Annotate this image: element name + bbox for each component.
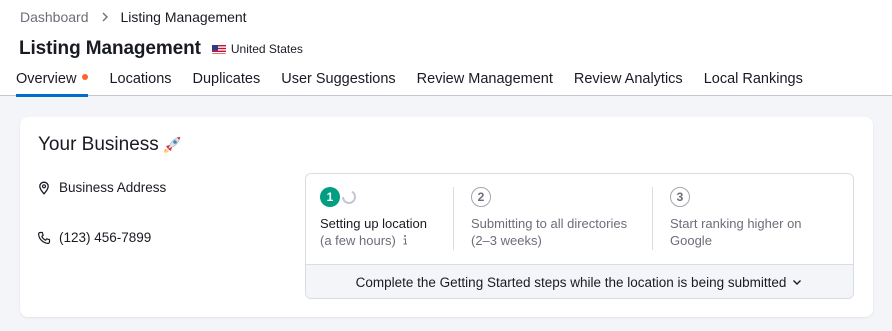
tab-label: User Suggestions bbox=[281, 71, 396, 87]
card-title-text: Your Business bbox=[38, 134, 159, 155]
step-subtitle: Google bbox=[670, 233, 712, 248]
step-ranking: 3 Start ranking higher on Google bbox=[652, 187, 853, 250]
tab-review-analytics[interactable]: Review Analytics bbox=[574, 71, 683, 96]
country-name: United States bbox=[230, 42, 303, 56]
step-title: Setting up location bbox=[320, 216, 427, 231]
business-card: Your Business Business Address (123) 456… bbox=[20, 117, 873, 317]
step-title: Submitting to all directories bbox=[471, 216, 628, 231]
tab-local-rankings[interactable]: Local Rankings bbox=[704, 71, 803, 96]
chevron-right-icon bbox=[102, 12, 108, 22]
tab-review-management[interactable]: Review Management bbox=[417, 71, 553, 96]
phone-icon bbox=[37, 231, 51, 244]
getting-started-steps: 1 Setting up location (a few hours) 2 Su… bbox=[305, 173, 854, 299]
tab-label: Locations bbox=[109, 71, 172, 87]
loading-spinner-icon bbox=[342, 190, 357, 204]
step-number-badge: 1 bbox=[320, 187, 340, 207]
tab-label: Overview bbox=[16, 71, 77, 87]
breadcrumb-current: Listing Management bbox=[120, 9, 247, 25]
rocket-icon bbox=[163, 136, 181, 154]
notification-dot bbox=[82, 74, 89, 80]
business-address: Business Address bbox=[59, 180, 167, 195]
title-row: Listing Management United States bbox=[19, 38, 303, 60]
page-title: Listing Management bbox=[19, 38, 201, 59]
step-label: Submitting to all directories (2–3 weeks… bbox=[471, 215, 627, 249]
us-flag-icon bbox=[211, 44, 226, 54]
tab-locations[interactable]: Locations bbox=[109, 71, 171, 96]
tab-duplicates[interactable]: Duplicates bbox=[193, 71, 261, 96]
info-icon[interactable] bbox=[400, 234, 410, 246]
location-pin-icon bbox=[39, 181, 49, 195]
chevron-down-icon bbox=[793, 280, 802, 285]
step-title: Start ranking higher on bbox=[670, 216, 802, 231]
step-number-badge: 2 bbox=[471, 187, 491, 207]
step-setting-up: 1 Setting up location (a few hours) bbox=[306, 174, 453, 264]
tab-label: Review Management bbox=[416, 71, 553, 87]
tab-label: Duplicates bbox=[192, 71, 261, 87]
step-subtitle: (2–3 weeks) bbox=[471, 233, 542, 248]
tab-user-suggestions[interactable]: User Suggestions bbox=[281, 71, 395, 96]
getting-started-toggle[interactable]: Complete the Getting Started steps while… bbox=[306, 264, 853, 298]
tab-overview[interactable]: Overview bbox=[16, 71, 89, 97]
business-phone: (123) 456-7899 bbox=[59, 230, 152, 245]
step-label: Start ranking higher on Google bbox=[670, 215, 802, 249]
tab-label: Local Rankings bbox=[703, 71, 803, 87]
step-submitting: 2 Submitting to all directories (2–3 wee… bbox=[453, 187, 652, 250]
business-address-row: Business Address bbox=[37, 180, 166, 195]
country-selector[interactable]: United States bbox=[211, 42, 303, 56]
breadcrumb-dashboard-link[interactable]: Dashboard bbox=[20, 9, 89, 25]
breadcrumb: Dashboard Listing Management bbox=[20, 9, 247, 25]
step-subtitle: (a few hours) bbox=[320, 233, 396, 248]
card-title: Your Business bbox=[38, 134, 183, 156]
tab-label: Review Analytics bbox=[573, 71, 683, 87]
tab-bar: Overview Locations Duplicates User Sugge… bbox=[16, 71, 824, 97]
page-header: Dashboard Listing Management Listing Man… bbox=[0, 0, 892, 97]
step-number-badge: 3 bbox=[670, 187, 690, 207]
getting-started-text: Complete the Getting Started steps while… bbox=[355, 274, 787, 290]
step-label: Setting up location (a few hours) bbox=[320, 215, 427, 249]
business-phone-row: (123) 456-7899 bbox=[37, 230, 151, 245]
